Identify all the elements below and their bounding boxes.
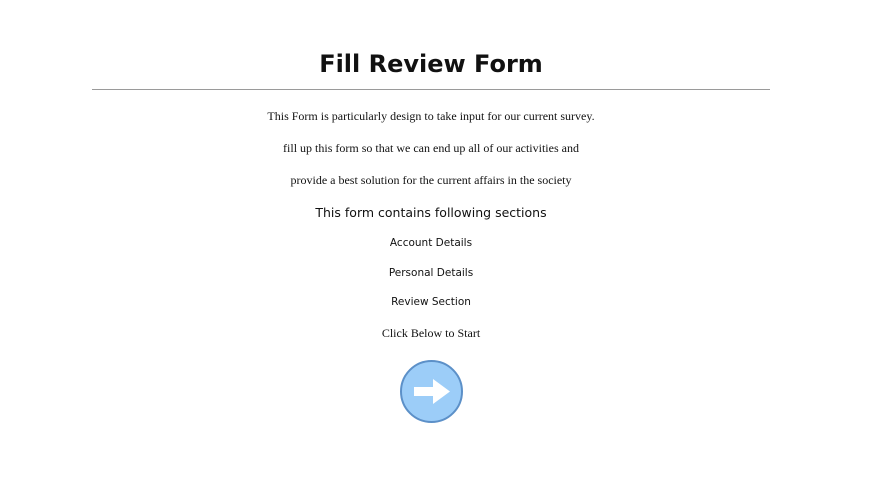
section-item-account-details: Account Details <box>389 237 473 249</box>
page-title: Fill Review Form <box>319 50 543 78</box>
start-instruction: Click Below to Start <box>381 326 481 340</box>
title-divider <box>92 89 770 90</box>
intro-text-line-1: This Form is particularly design to take… <box>267 109 595 123</box>
section-item-personal-details: Personal Details <box>388 267 474 279</box>
review-form-landing: Fill Review Form This Form is particular… <box>0 0 885 485</box>
intro-text-line-2: fill up this form so that we can end up … <box>283 141 579 155</box>
section-item-review-section: Review Section <box>391 296 471 308</box>
start-button[interactable] <box>400 360 463 423</box>
arrow-right-icon <box>414 379 450 404</box>
intro-text-line-3: provide a best solution for the current … <box>290 173 572 187</box>
sections-heading: This form contains following sections <box>315 205 547 220</box>
